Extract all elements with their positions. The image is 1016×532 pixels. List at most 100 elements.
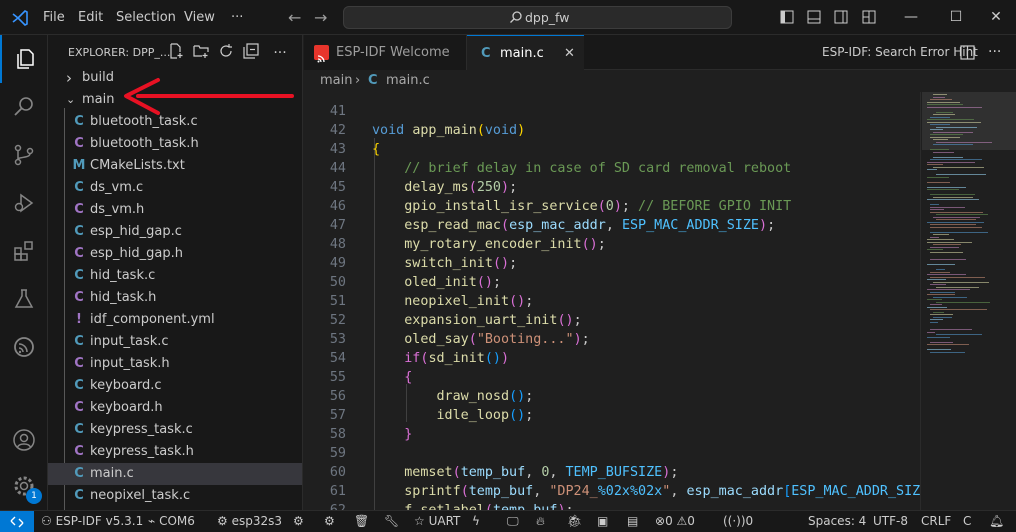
tree-folder[interactable]: › build bbox=[48, 67, 302, 89]
trash-icon[interactable]: 🗑︎ bbox=[354, 511, 369, 532]
search-icon[interactable] bbox=[0, 83, 48, 131]
new-folder-icon[interactable] bbox=[191, 43, 211, 63]
maximize-icon[interactable]: ☐ bbox=[942, 0, 970, 35]
target-device[interactable]: ⚙ esp32s3 bbox=[217, 511, 282, 532]
tree-file[interactable]: Cds_vm.c bbox=[48, 177, 302, 199]
breadcrumb-file[interactable]: main.c bbox=[386, 70, 430, 92]
notifications-bell-icon[interactable]: 🔔︎ bbox=[989, 511, 1004, 532]
serial-port[interactable]: ⌁ COM6 bbox=[148, 511, 195, 532]
new-file-icon[interactable] bbox=[166, 43, 186, 63]
build-wrench-icon[interactable]: 🔧︎ bbox=[384, 511, 399, 532]
tree-file[interactable]: Ckeyboard.h bbox=[48, 397, 302, 419]
toggle-panel-icon[interactable] bbox=[800, 0, 828, 35]
tree-file[interactable]: Cinput_task.c bbox=[48, 331, 302, 353]
menu-view[interactable]: View bbox=[184, 0, 215, 35]
minimap[interactable] bbox=[920, 92, 1016, 510]
extensions-icon[interactable] bbox=[0, 227, 48, 275]
line-endings[interactable]: CRLF bbox=[921, 511, 951, 532]
menuconfig-gear-icon[interactable]: ⚙ bbox=[293, 511, 304, 532]
testing-icon[interactable] bbox=[0, 275, 48, 323]
tree-file[interactable]: Cbluetooth_task.h bbox=[48, 133, 302, 155]
explorer-icon[interactable] bbox=[0, 35, 48, 83]
toggle-sidebar-icon[interactable] bbox=[773, 0, 801, 35]
tree-file[interactable]: Cmain.c bbox=[48, 463, 302, 485]
minimap-line bbox=[930, 209, 944, 210]
minimap-line bbox=[927, 164, 943, 165]
minimize-icon[interactable]: — bbox=[897, 0, 925, 35]
menu-selection[interactable]: Selection bbox=[116, 0, 176, 35]
command-center-search[interactable]: dpp_fw bbox=[343, 6, 732, 29]
close-icon[interactable]: ✕ bbox=[982, 0, 1010, 35]
debug-icon[interactable]: 🐞︎ bbox=[567, 511, 582, 532]
tab-main-c[interactable]: C main.c ✕ bbox=[467, 35, 584, 71]
problems-indicator[interactable]: ⊗0 ⚠0 bbox=[655, 511, 695, 532]
tree-file[interactable]: Ckeypress_task.h bbox=[48, 441, 302, 463]
more-actions-icon[interactable]: ··· bbox=[270, 43, 290, 63]
build-settings-icon[interactable]: ⚙ bbox=[324, 511, 335, 532]
tree-file[interactable]: Ckeyboard.c bbox=[48, 375, 302, 397]
minimap-line bbox=[927, 199, 980, 200]
back-arrow-icon[interactable]: ← bbox=[288, 0, 301, 35]
code-line: esp_read_mac(esp_mac_addr, ESP_MAC_ADDR_… bbox=[404, 218, 776, 233]
line-number: 47 bbox=[329, 218, 346, 233]
tree-file[interactable]: Chid_task.h bbox=[48, 287, 302, 309]
breadcrumb-folder[interactable]: main bbox=[320, 70, 352, 92]
encoding[interactable]: UTF-8 bbox=[873, 511, 908, 532]
tree-label: hid_task.h bbox=[90, 290, 157, 305]
tree-file[interactable]: M CMakeLists.txt bbox=[48, 155, 302, 177]
collapse-all-icon[interactable] bbox=[241, 43, 261, 63]
tree-folder[interactable]: ⌄ main bbox=[48, 89, 302, 111]
manage-gear-icon[interactable]: 1 bbox=[0, 462, 48, 510]
tree-file[interactable]: Cneopixel_task.c bbox=[48, 485, 302, 507]
tree-file[interactable]: ! idf_component.yml bbox=[48, 309, 302, 331]
explorer-title: EXPLORER: DPP_... bbox=[68, 46, 171, 59]
accounts-icon[interactable] bbox=[0, 416, 48, 464]
tab-label: ESP-IDF Welcome bbox=[336, 45, 450, 60]
minimap-line bbox=[933, 281, 990, 283]
source-control-icon[interactable] bbox=[0, 131, 48, 179]
split-editor-icon[interactable] bbox=[960, 35, 975, 70]
esp-idf-version[interactable]: ⚇ ESP-IDF v5.3.1 bbox=[41, 511, 143, 532]
run-debug-icon[interactable] bbox=[0, 179, 48, 227]
close-tab-icon[interactable]: ✕ bbox=[564, 36, 575, 71]
c-file-icon: C bbox=[74, 466, 84, 481]
language-mode[interactable]: C bbox=[963, 511, 971, 532]
refresh-icon[interactable] bbox=[216, 43, 236, 63]
tab-esp-idf-welcome[interactable]: ESP-IDF Welcome bbox=[304, 35, 467, 70]
tree-file[interactable]: Cinput_task.h bbox=[48, 353, 302, 375]
terminal-icon[interactable]: ▣ bbox=[597, 511, 608, 532]
toggle-secondary-sidebar-icon[interactable] bbox=[827, 0, 855, 35]
tree-file[interactable]: Cesp_hid_gap.c bbox=[48, 221, 302, 243]
tab-label: main.c bbox=[500, 46, 544, 61]
flame-icon[interactable]: 🔥︎ bbox=[536, 511, 545, 532]
ports-indicator[interactable]: ((·))0 bbox=[723, 511, 753, 532]
command-icon[interactable]: ▤ bbox=[627, 511, 638, 532]
remote-indicator-icon[interactable] bbox=[0, 511, 34, 532]
indentation[interactable]: Spaces: 4 bbox=[808, 511, 866, 532]
tree-label: main bbox=[82, 92, 115, 107]
tree-file[interactable]: Ckeypress_task.c bbox=[48, 419, 302, 441]
forward-arrow-icon[interactable]: → bbox=[314, 0, 327, 35]
search-error-hint-button[interactable]: ESP-IDF: Search Error Hint bbox=[822, 35, 978, 70]
monitor-icon[interactable]: 🖵︎ bbox=[507, 511, 519, 532]
warning-count: 0 bbox=[687, 514, 695, 528]
tree-file[interactable]: Chid_task.c bbox=[48, 265, 302, 287]
more-actions-icon[interactable]: ··· bbox=[988, 35, 1001, 70]
code-editor[interactable]: void app_main(void) { // brief delay in … bbox=[304, 92, 920, 510]
tree-file[interactable]: Cds_vm.h bbox=[48, 199, 302, 221]
menu-file[interactable]: File bbox=[43, 0, 65, 35]
flash-lightning-icon[interactable]: ϟ bbox=[472, 511, 480, 532]
minimap-line bbox=[930, 116, 950, 118]
customize-layout-icon[interactable] bbox=[855, 0, 883, 35]
flash-method[interactable]: ☆ UART bbox=[414, 511, 460, 532]
minimap-line bbox=[933, 216, 981, 218]
esp-idf-icon[interactable] bbox=[0, 323, 48, 371]
minimap-line bbox=[927, 264, 955, 265]
menu-more[interactable]: ··· bbox=[231, 0, 243, 35]
tree-file[interactable]: Cesp_hid_gap.h bbox=[48, 243, 302, 265]
tree-file[interactable]: Cbluetooth_task.c bbox=[48, 111, 302, 133]
minimap-line bbox=[930, 271, 950, 273]
c-file-icon: C bbox=[74, 202, 84, 217]
c-file-icon: C bbox=[368, 73, 378, 88]
menu-edit[interactable]: Edit bbox=[78, 0, 103, 35]
